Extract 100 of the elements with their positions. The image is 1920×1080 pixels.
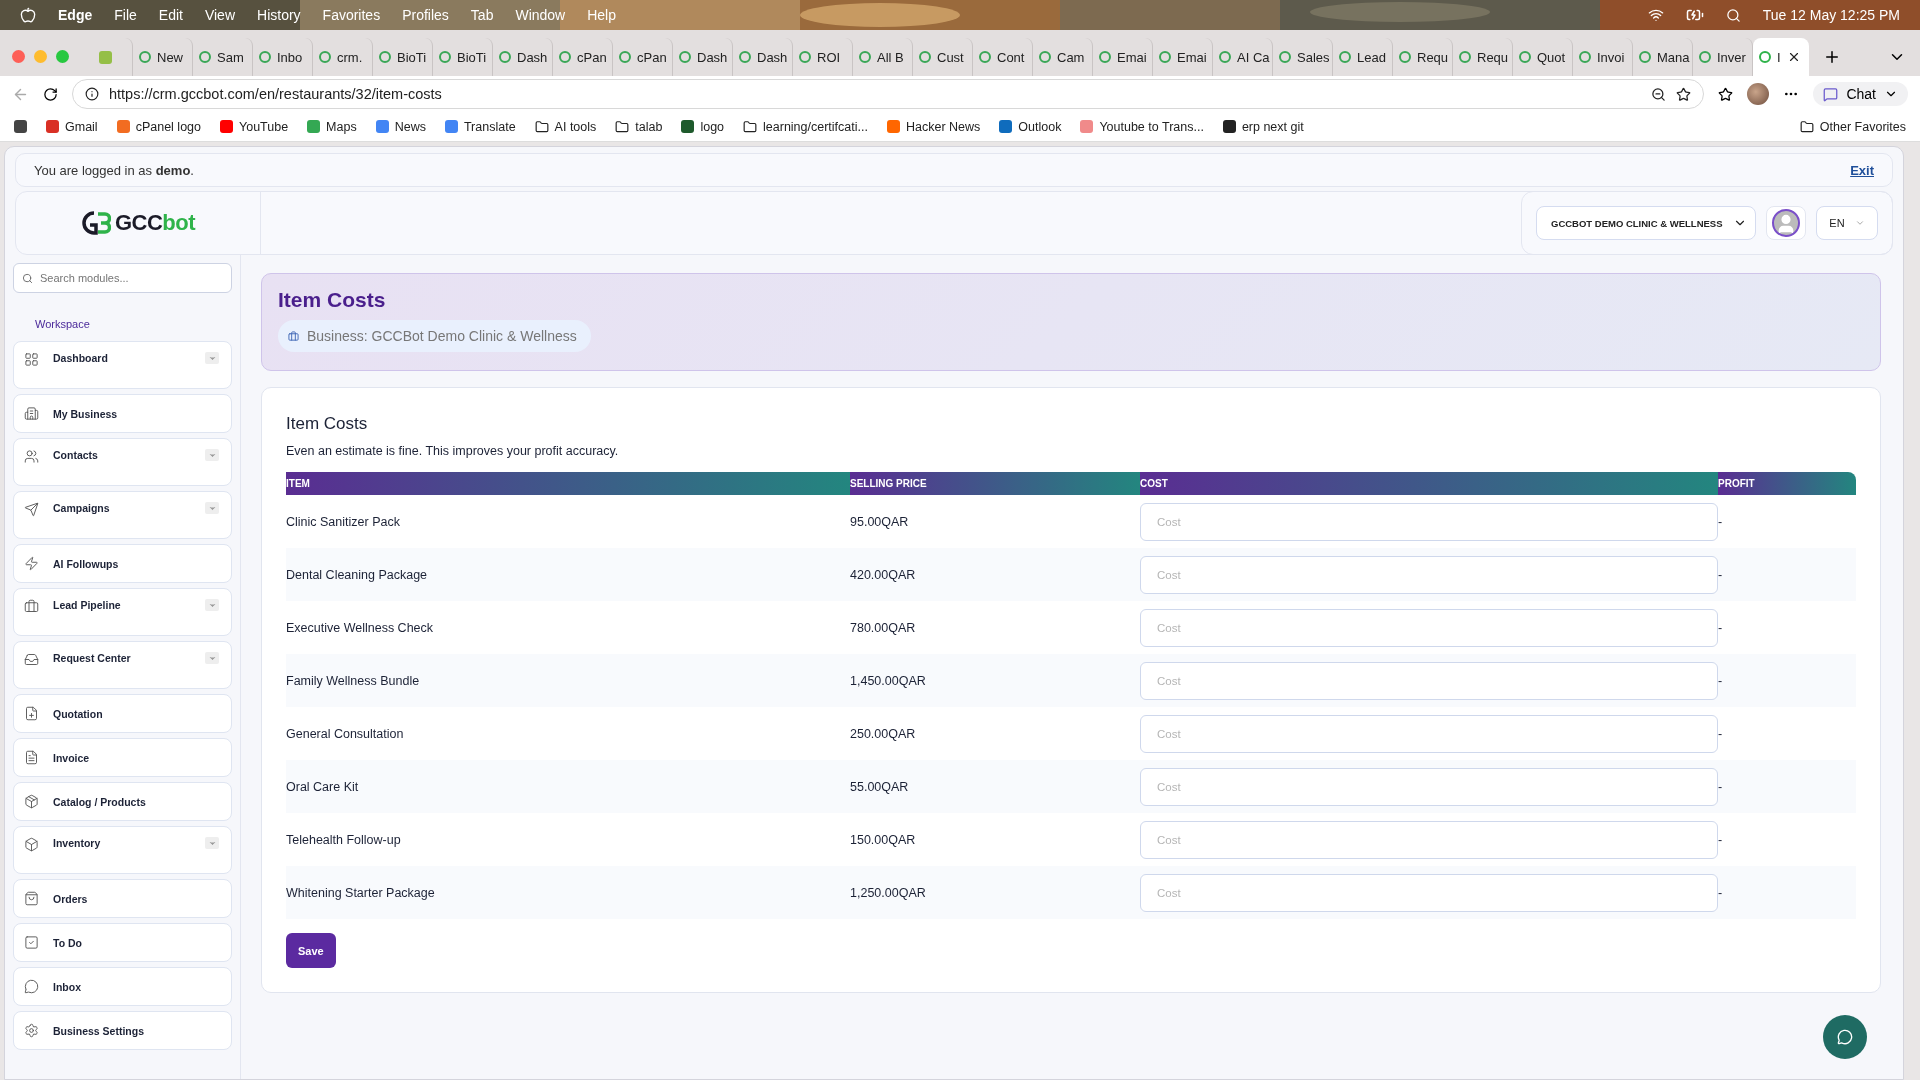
tray-icon [24, 652, 39, 667]
site-icon [999, 120, 1013, 133]
save-button[interactable]: Save [286, 933, 336, 968]
sidebar-item[interactable]: Lead Pipeline [13, 588, 232, 636]
zoom-out-icon[interactable] [1651, 86, 1667, 102]
caret-icon [1854, 218, 1865, 228]
apple-icon[interactable] [20, 7, 36, 23]
tabs-icon[interactable] [14, 120, 27, 133]
bookmark-folder[interactable]: talab [615, 119, 663, 134]
column-header: ITEM [286, 472, 850, 495]
browser-tab[interactable]: I [1753, 38, 1809, 76]
sidebar-item[interactable]: Campaigns [13, 491, 232, 539]
cost-input[interactable]: Cost [1140, 502, 1718, 541]
bookmark[interactable]: Gmail [46, 119, 98, 134]
menu-item[interactable]: Window [515, 7, 566, 23]
table-cell: 420.00QAR [850, 548, 1140, 601]
sidebar-item[interactable]: Quotation [13, 694, 232, 733]
sidebar-item[interactable]: My Business [13, 394, 232, 433]
cost-input[interactable]: Cost [1140, 555, 1718, 594]
site-icon [46, 120, 59, 133]
sidebar-item[interactable]: Dashboard [13, 341, 232, 389]
sidebar-item[interactable]: Request Center [13, 641, 232, 689]
bookmark-folder[interactable]: AI tools [534, 119, 597, 134]
language-select[interactable]: EN [1816, 206, 1878, 240]
bookmark-folder[interactable]: Other Favorites [1799, 119, 1906, 134]
table-cell: Whitening Starter Package [286, 866, 850, 919]
wifi-icon[interactable] [1647, 7, 1664, 23]
bookmark[interactable]: Hacker News [886, 119, 981, 134]
site-info-icon[interactable] [85, 87, 99, 101]
sidebar-item[interactable]: Catalog / Products [13, 782, 232, 821]
user-avatar-button[interactable] [1766, 206, 1806, 240]
table-cell: 55.00QAR [850, 760, 1140, 813]
file-plus-icon [24, 706, 39, 721]
sidebar-item[interactable]: To Do [13, 923, 232, 962]
menu-item[interactable]: Edit [158, 7, 183, 23]
menu-item[interactable]: Favorites [322, 7, 381, 23]
chat-button[interactable] [1823, 1015, 1867, 1059]
cost-input[interactable]: Cost [1140, 767, 1718, 806]
sidebar-item[interactable]: AI Followups [13, 544, 232, 583]
site-icon [681, 120, 695, 133]
cost-input[interactable]: Cost [1140, 661, 1718, 700]
bookmark[interactable]: Maps [307, 119, 357, 134]
sidebar-item[interactable]: Invoice [13, 738, 232, 777]
site-icon [444, 120, 458, 133]
column-header: PROFIT [1718, 472, 1856, 495]
reload-icon[interactable] [43, 86, 58, 102]
chat-button[interactable]: Chat [1813, 82, 1908, 106]
card-title: Item Costs [286, 414, 368, 434]
bookmark[interactable]: News [375, 119, 426, 134]
bookmark[interactable]: erp next git [1222, 119, 1304, 134]
sidebar-item[interactable]: Contacts [13, 438, 232, 486]
bookmark[interactable]: Youtube to Trans... [1080, 119, 1204, 134]
column-header: COST [1140, 472, 1718, 495]
profile-avatar[interactable] [1747, 83, 1770, 105]
business-select[interactable]: GCCBOT DEMO CLINIC & WELLNESS [1536, 206, 1756, 240]
briefcase-icon [24, 599, 39, 614]
checkbox-icon [24, 935, 39, 950]
site-icon [220, 120, 233, 133]
cost-input[interactable]: Cost [1140, 714, 1718, 753]
bookmark[interactable]: YouTube [220, 119, 289, 134]
bookmark[interactable]: Outlook [999, 119, 1062, 134]
logo-text: GCCbot [114, 210, 196, 236]
sidebar-item[interactable]: Orders [13, 879, 232, 918]
exit-link[interactable]: Exit [1850, 162, 1874, 178]
chat-bubble-icon [1823, 86, 1839, 102]
settings-icon [24, 1023, 39, 1038]
avatar-icon [1772, 209, 1800, 237]
table-cell: Dental Cleaning Package [286, 548, 850, 601]
bookmark[interactable]: Translate [444, 119, 516, 134]
table-cell: Oral Care Kit [286, 760, 850, 813]
package-icon [24, 794, 39, 809]
cost-input[interactable]: Cost [1140, 820, 1718, 859]
folder-icon [743, 119, 758, 134]
sidebar-item[interactable]: Inventory [13, 826, 232, 874]
site-icon [1222, 120, 1236, 133]
site-icon [307, 120, 321, 133]
new-tab-icon[interactable] [1823, 48, 1841, 66]
favorites-icon[interactable] [1718, 86, 1734, 102]
search-icon[interactable] [1725, 7, 1741, 23]
bookmark[interactable]: logo [681, 119, 725, 134]
menu-item[interactable]: View [204, 7, 235, 23]
star-icon[interactable] [1676, 86, 1692, 102]
app-menu[interactable]: Edge [58, 7, 93, 23]
sidebar-item[interactable]: Business Settings [13, 1011, 232, 1050]
sidebar-item[interactable]: Inbox [13, 967, 232, 1006]
bag-icon [24, 891, 39, 906]
search-field[interactable]: Search modules... [13, 263, 232, 293]
bookmark-folder[interactable]: learning/certifcati... [743, 119, 868, 134]
bookmark[interactable]: cPanel logo [116, 119, 201, 134]
document-icon [24, 750, 39, 765]
menu-item[interactable]: History [257, 7, 301, 23]
logo-icon [80, 210, 111, 236]
menu-item[interactable]: Tab [470, 7, 494, 23]
building-icon [24, 406, 39, 421]
lightning-icon [24, 556, 39, 571]
table-cell: - [1718, 760, 1856, 813]
menu-item[interactable]: Profiles [402, 7, 449, 23]
cost-input[interactable]: Cost [1140, 608, 1718, 647]
cost-input[interactable]: Cost [1140, 873, 1718, 912]
menu-item[interactable]: File [114, 7, 137, 23]
